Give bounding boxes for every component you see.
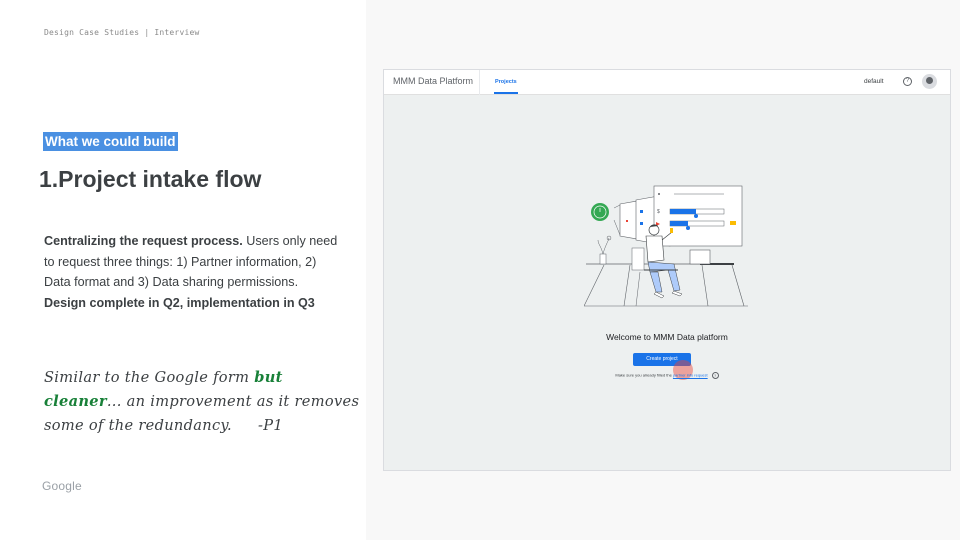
avatar[interactable] [922,74,937,89]
description: Centralizing the request process. Users … [44,231,344,313]
note-help-icon[interactable]: ? [711,372,719,379]
header-divider [479,70,480,95]
page-title: 1.Project intake flow [39,166,262,192]
partner-info-link[interactable]: partner info request [673,373,708,378]
quote-part1: Similar to the Google form [44,369,255,386]
tab-projects[interactable]: Projects [495,79,517,85]
app-title: MMM Data Platform [393,76,474,86]
svg-text:$: $ [657,209,660,215]
app-header: MMM Data Platform Projects default ? [384,70,950,95]
welcome-heading: Welcome to MMM Data platform [606,332,728,342]
helper-note-text: Make sure you already filled the [615,372,673,378]
description-bold-lead: Centralizing the request process. [44,234,243,248]
profile-selector[interactable]: default [864,78,884,85]
helper-note: Make sure you already filled the partner… [384,372,950,379]
user-quote: Similar to the Google form but cleaner..… [44,366,364,438]
help-icon[interactable]: ? [903,77,912,86]
breadcrumb: Design Case Studies | Interview [44,28,200,37]
quote-attribution: -P1 [257,417,283,434]
description-timeline: Design complete in Q2, implementation in… [44,295,315,310]
welcome-illustration: $ [584,185,748,307]
section-tag: What we could build [43,132,178,151]
left-panel: Design Case Studies | Interview What we … [0,0,366,540]
app-screenshot: MMM Data Platform Projects default ? $ W… [383,69,951,471]
tab-active-indicator [494,92,518,94]
google-logo: Google [42,479,82,493]
